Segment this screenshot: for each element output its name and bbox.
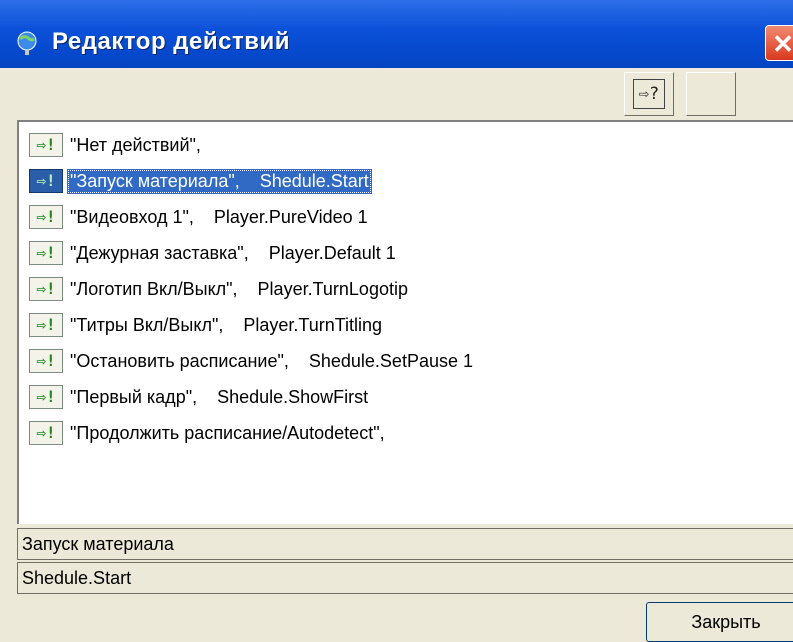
action-arrow-icon: ⇨! [29,421,63,445]
action-name-field[interactable]: Запуск материала [17,528,793,560]
action-arrow-icon: ⇨! [29,205,63,229]
app-globe-icon [17,31,37,55]
action-item-label: "Дежурная заставка", Player.Default 1 [70,242,396,263]
action-arrow-icon: ⇨! [29,385,63,409]
action-arrow-icon: ⇨! [29,277,63,301]
action-list-item[interactable]: ⇨! "Дежурная заставка", Player.Default 1 [29,236,399,270]
toolbar: ⇨? [0,68,793,120]
action-item-label: "Продолжить расписание/Autodetect", [70,422,385,443]
action-command-field[interactable]: Shedule.Start [17,562,793,594]
action-item-label: "Титры Вкл/Выкл", Player.TurnTitling [70,314,383,335]
toolbar-blank-button[interactable] [686,72,736,116]
action-arrow-icon: ⇨! [29,313,63,337]
actions-list[interactable]: ⇨! "Нет действий", ⇨! "Запуск материала", S… [17,120,793,524]
action-item-label: "Видеовход 1", Player.PureVideo 1 [70,206,368,227]
action-arrow-icon: ⇨! [29,349,63,373]
action-list-item[interactable]: ⇨! "Остановить расписание", Shedule.SetPa… [29,344,476,378]
action-list-item[interactable]: ⇨! "Продолжить расписание/Autodetect", [29,416,388,450]
help-arrow-icon: ⇨? [633,79,665,109]
help-action-button[interactable]: ⇨? [624,72,674,116]
action-arrow-icon: ⇨! [29,169,63,193]
action-list-item[interactable]: ⇨! "Логотип Вкл/Выкл", Player.TurnLogotip [29,272,411,306]
action-list-item[interactable]: ⇨! "Запуск материала", Shedule.Start [29,164,372,198]
action-item-label: "Первый кадр", Shedule.ShowFirst [70,386,369,407]
window-title: Редактор действий [52,28,290,55]
action-list-item[interactable]: ⇨! "Первый кадр", Shedule.ShowFirst [29,380,371,414]
action-list-item[interactable]: ⇨! "Видеовход 1", Player.PureVideo 1 [29,200,371,234]
action-item-label: "Логотип Вкл/Выкл", Player.TurnLogotip [70,278,408,299]
close-dialog-button[interactable]: Закрыть [646,602,793,642]
action-item-label: "Остановить расписание", Shedule.SetPaus… [70,350,473,371]
action-list-item[interactable]: ⇨! "Нет действий", [29,128,204,162]
action-list-item[interactable]: ⇨! "Титры Вкл/Выкл", Player.TurnTitling [29,308,385,342]
action-item-label: "Запуск материала", Shedule.Start [67,168,372,194]
action-item-label: "Нет действий", [70,134,201,155]
action-arrow-icon: ⇨! [29,133,63,157]
window-close-button[interactable]: ✕ [765,25,793,61]
action-arrow-icon: ⇨! [29,241,63,265]
